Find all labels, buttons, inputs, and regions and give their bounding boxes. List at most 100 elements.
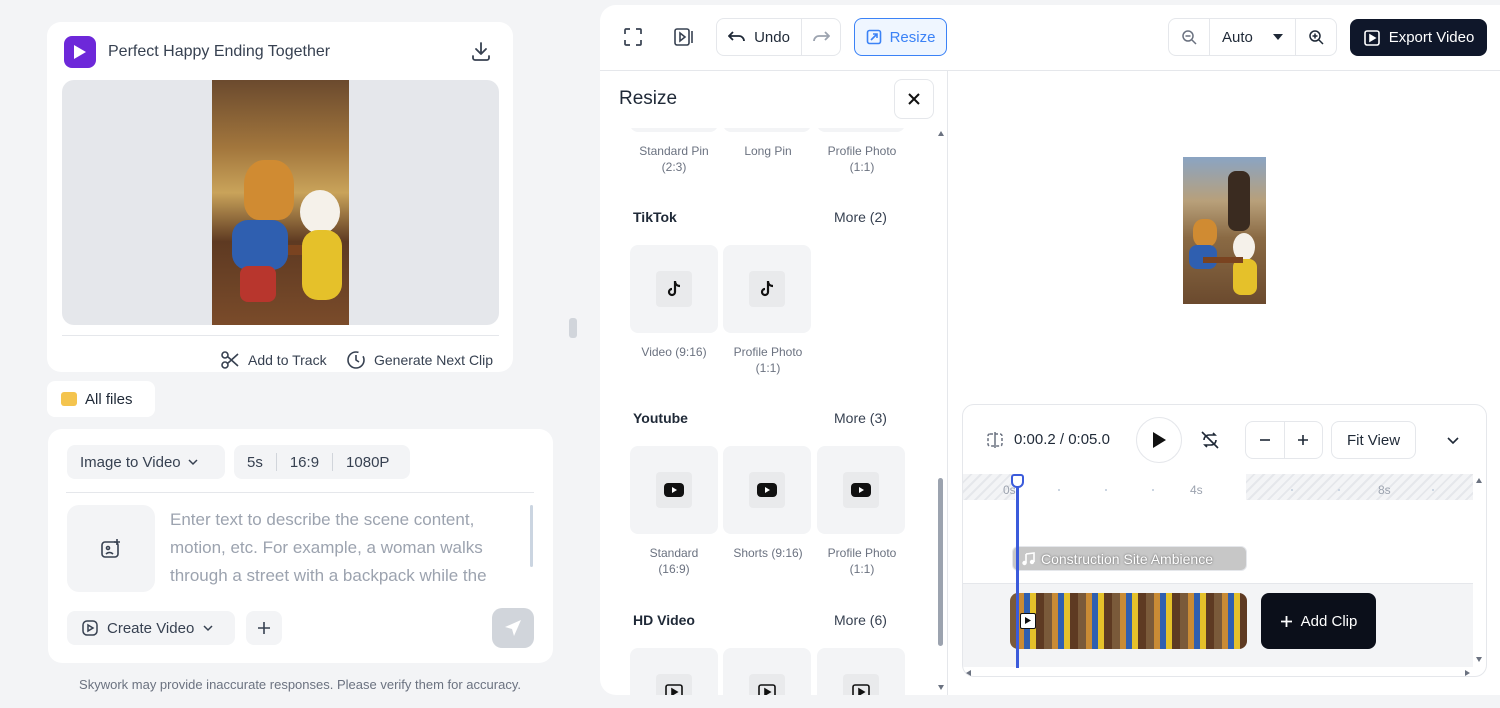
playback-time: 0:00.2 / 0:05.0 <box>1014 431 1110 448</box>
resize-preset-list[interactable]: Standard Pin (2:3) Long Pin Profile Phot… <box>600 128 935 695</box>
timeline-zoom-in-button[interactable] <box>1285 422 1323 458</box>
panel-divider <box>947 71 948 695</box>
preset-scrollbar-thumb[interactable] <box>938 478 943 646</box>
preset-caption: Video (9:16) <box>641 345 707 359</box>
all-files-button[interactable]: All files <box>47 381 155 417</box>
panel-resize-handle[interactable] <box>569 318 577 338</box>
chevron-down-icon <box>188 459 198 466</box>
image-upload-button[interactable] <box>67 505 155 592</box>
prompt-scrollbar[interactable] <box>530 505 533 567</box>
redo-button[interactable] <box>802 19 840 55</box>
preset-caption: Profile Photo (1:1) <box>827 144 897 174</box>
close-panel-button[interactable] <box>894 79 934 119</box>
add-to-track-button[interactable]: Add to Track <box>220 350 327 370</box>
generation-settings[interactable]: 5s 16:9 1080P <box>234 445 410 479</box>
card-divider <box>62 335 499 336</box>
export-video-button[interactable]: Export Video <box>1350 19 1487 56</box>
more-tiktok-button[interactable]: More (2) <box>834 209 887 225</box>
resolution-setting[interactable]: 1080P <box>333 445 402 479</box>
preset-caption: Profile Photo (1:1) <box>733 345 803 375</box>
chevron-down-icon <box>203 625 213 632</box>
split-icon[interactable] <box>986 431 1004 449</box>
playhead-handle[interactable] <box>1011 474 1024 488</box>
undo-button[interactable]: Undo <box>717 19 802 55</box>
create-video-label: Create Video <box>107 619 195 637</box>
resize-label: Resize <box>889 28 936 46</box>
preset-youtube-shorts[interactable] <box>723 446 811 534</box>
preset-caption: Long Pin <box>744 144 792 158</box>
send-button[interactable] <box>492 608 534 648</box>
loop-off-button[interactable] <box>1200 431 1220 449</box>
chevron-down-icon <box>1447 437 1459 445</box>
add-clip-button[interactable]: Add Clip <box>1261 593 1376 649</box>
audio-clip-label: Construction Site Ambience <box>1041 550 1213 567</box>
zoom-value: Auto <box>1222 28 1253 46</box>
timeline-zoom <box>1245 421 1323 459</box>
history-icon <box>347 351 365 369</box>
media-button[interactable] <box>671 25 697 49</box>
preset-hd-1[interactable] <box>630 648 718 695</box>
create-video-dropdown[interactable]: Create Video <box>67 611 235 645</box>
add-attachment-button[interactable] <box>246 611 282 645</box>
timeline-v-scrollbar[interactable] <box>1473 474 1486 668</box>
play-button[interactable] <box>1136 417 1182 463</box>
all-files-label: All files <box>85 390 133 408</box>
preset-tiktok-profile[interactable] <box>723 245 811 333</box>
preset-pinterest-profile[interactable] <box>817 128 905 132</box>
plus-icon <box>258 622 270 634</box>
mode-label: Image to Video <box>80 453 181 471</box>
audio-clip[interactable]: Construction Site Ambience <box>1012 546 1247 571</box>
preset-youtube-standard[interactable] <box>630 446 718 534</box>
video-badge-icon <box>64 36 96 68</box>
ratio-setting[interactable]: 16:9 <box>277 445 332 479</box>
video-circle-icon <box>82 620 98 636</box>
add-clip-label: Add Clip <box>1300 612 1358 630</box>
zoom-select[interactable]: Auto <box>1209 19 1296 55</box>
minus-icon <box>1259 439 1270 441</box>
more-hd-button[interactable]: More (6) <box>834 612 887 628</box>
section-title-tiktok: TikTok <box>633 209 677 225</box>
preset-long-pin[interactable] <box>723 128 811 132</box>
prompt-input[interactable]: Enter text to describe the scene content… <box>170 506 526 592</box>
music-note-icon <box>1022 551 1035 565</box>
more-youtube-button[interactable]: More (3) <box>834 410 887 426</box>
timeline-zoom-out-button[interactable] <box>1246 422 1285 458</box>
preset-caption: Standard (16:9) <box>649 546 699 576</box>
clip-preview[interactable] <box>62 80 499 325</box>
canvas-preview[interactable] <box>1183 157 1266 304</box>
section-title-hd-video: HD Video <box>633 612 695 628</box>
generate-next-clip-button[interactable]: Generate Next Clip <box>346 350 493 370</box>
preset-standard-pin[interactable] <box>630 128 718 132</box>
zoom-out-button[interactable] <box>1169 19 1209 55</box>
preset-hd-3[interactable] <box>817 648 905 695</box>
resize-panel-title: Resize <box>619 88 678 109</box>
clip-title: Perfect Happy Ending Together <box>108 43 331 60</box>
youtube-icon <box>843 472 879 508</box>
undo-icon <box>728 31 745 42</box>
ruler-tick: 4s <box>1190 483 1203 497</box>
preset-hd-2[interactable] <box>723 648 811 695</box>
preset-caption: Standard Pin (2:3) <box>639 144 709 174</box>
collapse-timeline-button[interactable] <box>1446 434 1460 446</box>
video-file-icon <box>674 28 693 46</box>
video-icon <box>749 674 785 695</box>
fullscreen-button[interactable] <box>620 25 646 49</box>
playhead[interactable] <box>1016 478 1019 668</box>
composer-divider <box>66 492 534 493</box>
preset-tiktok-video[interactable] <box>630 245 718 333</box>
mode-dropdown[interactable]: Image to Video <box>67 445 225 479</box>
video-clip[interactable] <box>1010 593 1247 649</box>
scissors-icon <box>221 351 239 369</box>
export-video-icon <box>1363 29 1380 46</box>
duration-setting[interactable]: 5s <box>234 445 276 479</box>
zoom-in-button[interactable] <box>1296 19 1336 55</box>
add-to-track-label: Add to Track <box>248 352 327 368</box>
caret-down-icon <box>1273 34 1283 40</box>
fit-view-button[interactable]: Fit View <box>1331 421 1416 459</box>
play-icon <box>1153 432 1166 448</box>
download-icon[interactable] <box>470 40 492 62</box>
resize-button[interactable]: Resize <box>854 18 947 56</box>
preset-youtube-profile[interactable] <box>817 446 905 534</box>
video-icon <box>656 674 692 695</box>
timeline-h-scrollbar[interactable] <box>963 668 1473 678</box>
